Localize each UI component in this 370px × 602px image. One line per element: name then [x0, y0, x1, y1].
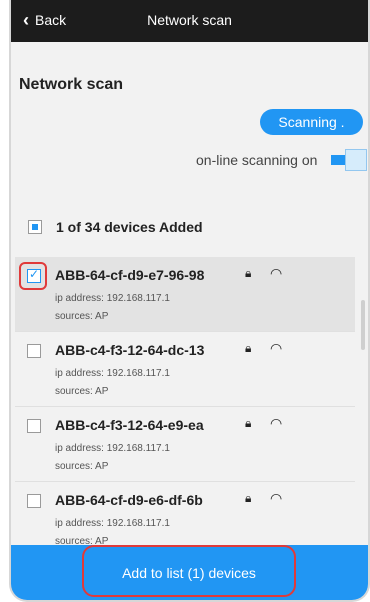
wifi-icon: ◠	[270, 265, 283, 281]
device-list: ✓ ABB-64-cf-d9-e7-96-98 🔒︎ ◠ ip address:…	[15, 257, 355, 557]
top-bar: ‹ Back Network scan	[11, 0, 368, 42]
device-checkbox[interactable]	[27, 419, 41, 433]
select-all-checkbox[interactable]	[28, 220, 42, 234]
online-scanning-label: on-line scanning on	[196, 152, 318, 168]
bottom-bar: Add to list (1) devices	[11, 545, 368, 600]
wifi-icon: ◠	[270, 340, 283, 356]
topbar-title: Network scan	[147, 12, 232, 28]
add-to-list-button[interactable]: Add to list (1) devices	[82, 545, 296, 597]
check-icon: ✓	[29, 267, 40, 281]
lock-icon: 🔒︎	[245, 266, 252, 280]
device-sources: sources: AP	[55, 461, 109, 472]
device-checkbox[interactable]	[27, 494, 41, 508]
device-item[interactable]: ABB-c4-f3-12-64-dc-13 🔒︎ ◠ ip address: 1…	[15, 332, 355, 407]
device-name: ABB-c4-f3-12-64-e9-ea	[55, 417, 204, 433]
lock-icon: 🔒︎	[245, 491, 252, 505]
device-name: ABB-64-cf-d9-e7-96-98	[55, 267, 205, 283]
app-frame: ‹ Back Network scan Network scan Scannin…	[9, 0, 370, 602]
device-item[interactable]: ABB-c4-f3-12-64-e9-ea 🔒︎ ◠ ip address: 1…	[15, 407, 355, 482]
scanning-button[interactable]: Scanning .	[260, 109, 363, 135]
wifi-icon: ◠	[270, 490, 283, 506]
lock-icon: 🔒︎	[245, 341, 252, 355]
page-title: Network scan	[19, 76, 124, 93]
toggle-knob	[345, 149, 367, 171]
scrollbar[interactable]	[361, 300, 365, 350]
device-sources: sources: AP	[55, 386, 109, 397]
added-count-label: 1 of 34 devices Added	[56, 219, 203, 235]
online-scanning-toggle[interactable]	[331, 149, 367, 171]
device-checkbox[interactable]	[27, 344, 41, 358]
device-ip: ip address: 192.168.117.1	[55, 443, 170, 454]
device-checkbox[interactable]: ✓	[27, 267, 41, 283]
device-name: ABB-c4-f3-12-64-dc-13	[55, 342, 205, 358]
device-ip: ip address: 192.168.117.1	[55, 518, 170, 529]
wifi-icon: ◠	[270, 415, 283, 431]
device-sources: sources: AP	[55, 311, 109, 322]
device-name: ABB-64-cf-d9-e6-df-6b	[55, 492, 203, 508]
device-ip: ip address: 192.168.117.1	[55, 293, 170, 304]
select-all-row: 1 of 34 devices Added	[28, 219, 203, 235]
device-ip: ip address: 192.168.117.1	[55, 368, 170, 379]
lock-icon: 🔒︎	[245, 416, 252, 430]
device-item[interactable]: ✓ ABB-64-cf-d9-e7-96-98 🔒︎ ◠ ip address:…	[15, 257, 355, 332]
toggle-track	[331, 155, 345, 165]
